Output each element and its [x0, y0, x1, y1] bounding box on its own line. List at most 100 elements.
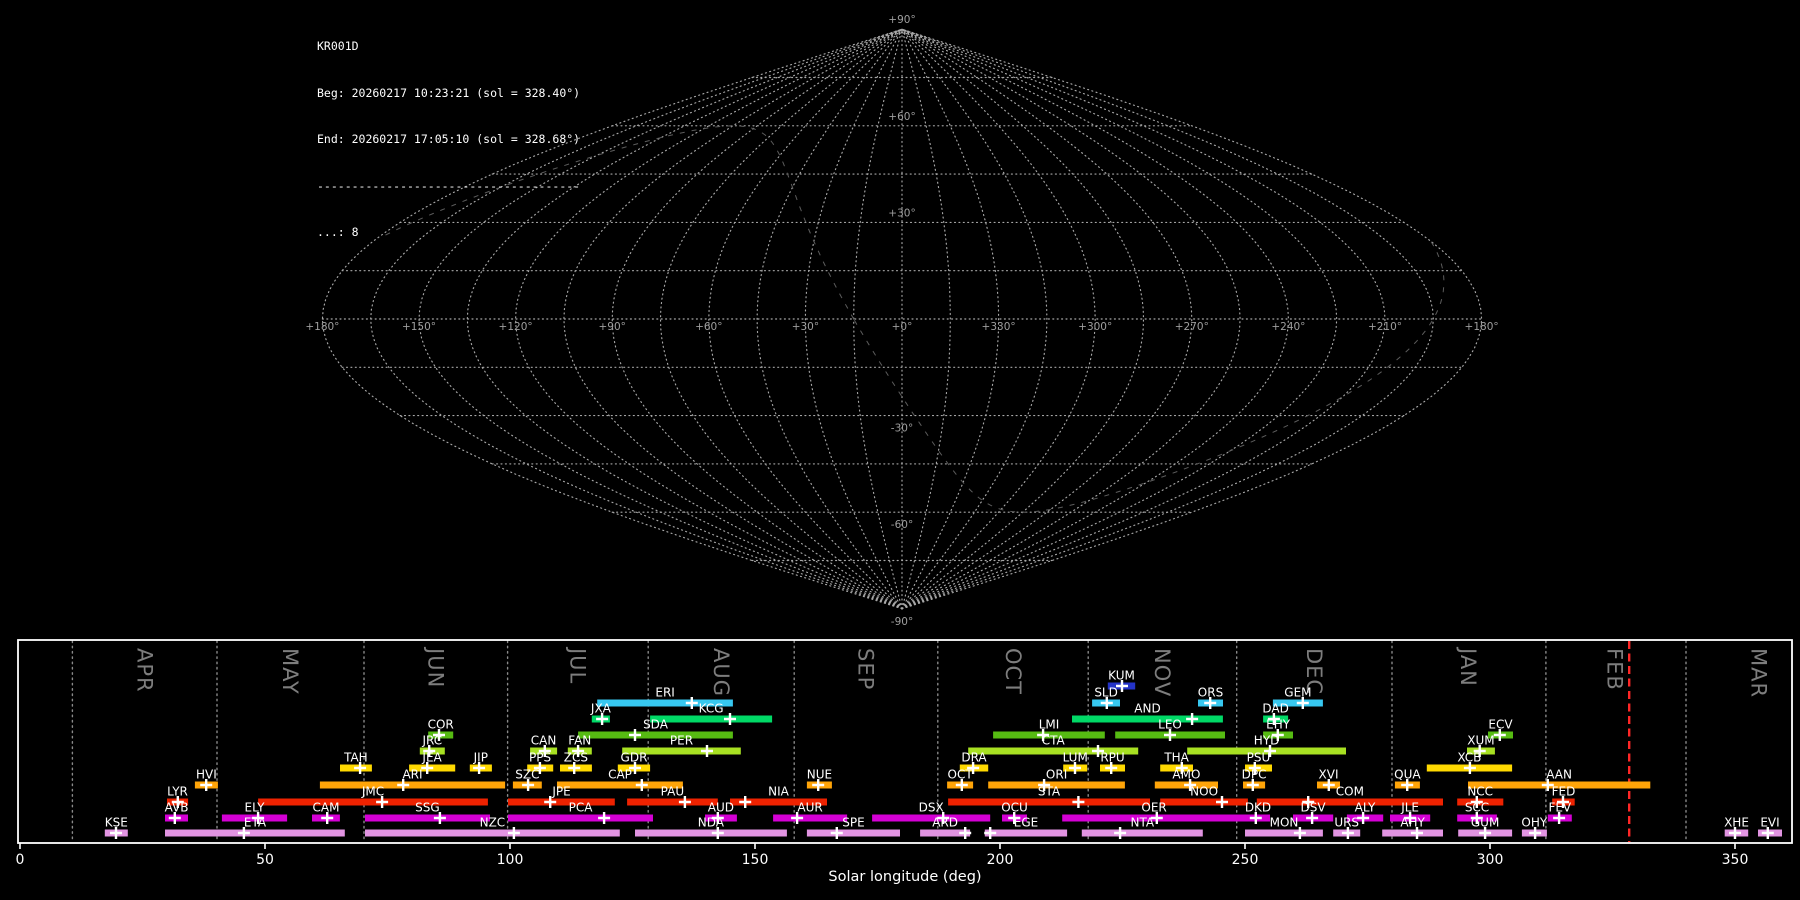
- map-reference-circle: [853, 241, 1445, 513]
- map-lat-label: -60°: [891, 519, 913, 531]
- peak-cross-PCA: [598, 812, 611, 824]
- peak-cross-SPE: [830, 827, 843, 839]
- shower-label-AVB: AVB: [165, 801, 189, 815]
- shower-bar-DSX: [872, 814, 991, 822]
- shower-label-FAN: FAN: [568, 734, 591, 748]
- peak-cross-EGE: [984, 827, 997, 839]
- shower-label-JMC: JMC: [361, 785, 384, 799]
- map-lon-label: +0°: [892, 321, 913, 333]
- peak-cross-SDA: [629, 729, 641, 741]
- shower-label-NIA: NIA: [768, 785, 790, 799]
- month-label-OCT: OCT: [1001, 648, 1025, 695]
- shower-label-XCB: XCB: [1457, 751, 1481, 765]
- shower-label-PAU: PAU: [661, 785, 684, 799]
- shower-label-OCU: OCU: [1001, 801, 1028, 815]
- x-tick-label: 250: [1232, 852, 1259, 868]
- month-label-MAY: MAY: [278, 648, 302, 695]
- shower-label-FEV: FEV: [1548, 801, 1571, 815]
- shower-label-ARD: ARD: [932, 816, 958, 830]
- map-lon-label: +270°: [1175, 321, 1209, 333]
- shower-bar-ETA: [165, 829, 345, 837]
- shower-label-OHY: OHY: [1521, 816, 1547, 830]
- shower-label-SSG: SSG: [415, 801, 440, 815]
- shower-bar-NZC: [365, 829, 620, 837]
- shower-label-NUE: NUE: [807, 768, 832, 782]
- shower-label-URS: URS: [1334, 816, 1359, 830]
- map-lon-label: +330°: [982, 321, 1016, 333]
- shower-bar-PCA: [508, 814, 653, 822]
- month-label-APR: APR: [132, 648, 156, 693]
- map-meridian: [901, 28, 1483, 610]
- map-lon-label: +60°: [695, 321, 722, 333]
- shower-label-SZC: SZC: [515, 768, 539, 782]
- map-lon-label: +90°: [598, 321, 625, 333]
- peak-cross-ARD: [959, 827, 972, 839]
- shower-label-ORI: ORI: [1046, 768, 1067, 782]
- x-tick-label: 150: [742, 852, 769, 868]
- peak-cross-STA: [1072, 796, 1085, 808]
- map-lon-label: +30°: [792, 321, 819, 333]
- shower-bar-EGE: [984, 829, 1068, 837]
- shower-label-JLE: JLE: [1400, 801, 1419, 815]
- shower-label-EGE: EGE: [1014, 816, 1038, 830]
- peak-cross-PER: [701, 745, 713, 757]
- shower-label-GDR: GDR: [621, 751, 648, 765]
- map-lon-label: +240°: [1271, 321, 1305, 333]
- peak-cross-KCG: [724, 713, 736, 725]
- shower-label-LYR: LYR: [167, 785, 188, 799]
- shower-label-ECV: ECV: [1488, 718, 1513, 732]
- peak-cross-AND: [1186, 713, 1199, 725]
- shower-label-NZC: NZC: [480, 816, 506, 830]
- shower-label-AHY: AHY: [1400, 816, 1425, 830]
- shower-label-QUA: QUA: [1394, 768, 1421, 782]
- map-lon-label: +210°: [1368, 321, 1402, 333]
- shower-bar-STA: [948, 798, 1150, 806]
- map-lon-label: +300°: [1078, 321, 1112, 333]
- month-label-NOV: NOV: [1150, 648, 1174, 697]
- shower-label-STA: STA: [1038, 785, 1061, 799]
- shower-bar-AND: [1072, 715, 1223, 723]
- x-tick-label: 300: [1477, 852, 1504, 868]
- x-tick-label: 50: [256, 852, 274, 868]
- shower-label-KUM: KUM: [1108, 669, 1135, 683]
- month-label-AUG: AUG: [709, 648, 733, 697]
- activity-timeline: APR MAY JUN JUL AUG SEP OCT NOV DEC JAN FEB MARKUME…: [16, 639, 1793, 885]
- map-lat-label: +90°: [888, 14, 915, 26]
- shower-bar-AUR: [773, 814, 848, 822]
- shower-label-CAN: CAN: [531, 734, 557, 748]
- shower-label-PSU: PSU: [1247, 751, 1271, 765]
- shower-label-COR: COR: [428, 718, 454, 732]
- x-tick-label: 350: [1722, 852, 1749, 868]
- shower-label-SPE: SPE: [842, 816, 864, 830]
- shower-label-HVI: HVI: [196, 768, 217, 782]
- shower-label-ALY: ALY: [1355, 801, 1376, 815]
- map-lon-label: +180°: [1465, 321, 1499, 333]
- shower-label-DRA: DRA: [961, 751, 987, 765]
- shower-label-FED: FED: [1552, 785, 1576, 799]
- shower-label-AAN: AAN: [1546, 768, 1572, 782]
- shower-label-PCA: PCA: [569, 801, 594, 815]
- observation-end: End: 20260217 17:05:10 (sol = 328.68°): [317, 132, 581, 146]
- shower-label-DKD: DKD: [1245, 801, 1271, 815]
- shower-bar-SPE: [806, 829, 900, 837]
- shower-label-KSE: KSE: [105, 816, 128, 830]
- meteor-activity-screen: KR001D Beg: 20260217 10:23:21 (sol = 328…: [0, 0, 1800, 900]
- month-label-SEP: SEP: [854, 648, 878, 690]
- shower-label-DSX: DSX: [919, 801, 944, 815]
- shower-label-SLD: SLD: [1094, 686, 1118, 700]
- shower-bar-SDA: [578, 731, 733, 739]
- shower-label-NOO: NOO: [1190, 785, 1218, 799]
- shower-label-MON: MON: [1270, 816, 1299, 830]
- shower-label-EHY: EHY: [1266, 718, 1291, 732]
- observation-info: KR001D Beg: 20260217 10:23:21 (sol = 328…: [317, 8, 580, 272]
- month-label-JAN: JAN: [1456, 646, 1480, 687]
- peak-cross-CAP: [635, 779, 648, 791]
- shower-label-JIP: JIP: [473, 751, 488, 765]
- shower-bar-NOO: [1160, 798, 1248, 806]
- shower-label-NTA: NTA: [1131, 816, 1155, 830]
- shower-bar-JPE: [508, 798, 615, 806]
- shower-label-LEO: LEO: [1158, 718, 1182, 732]
- shower-label-JRC: JRC: [421, 734, 442, 748]
- shower-bar-SSG: [365, 814, 490, 822]
- shower-bar-JMC: [258, 798, 488, 806]
